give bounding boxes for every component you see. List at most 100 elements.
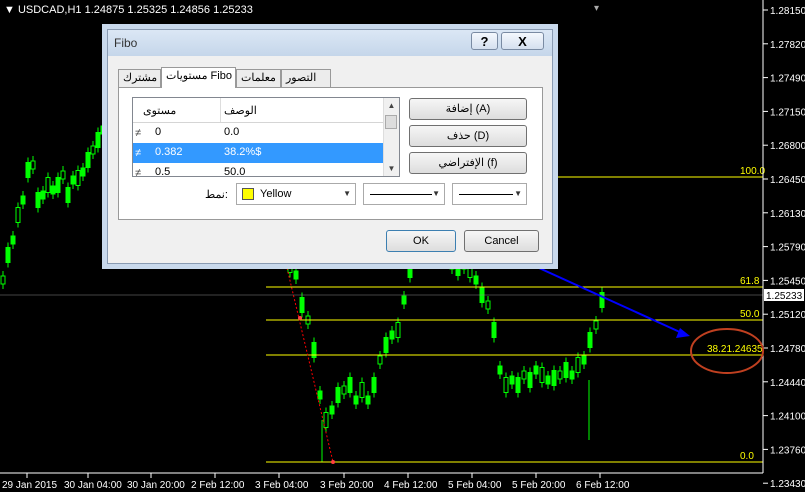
time-tick-label: 2 Feb 12:00	[191, 480, 245, 491]
add-button[interactable]: إضافة (A)	[409, 98, 527, 120]
candle-body	[5, 247, 11, 263]
price-tick-label: 1.24440	[770, 378, 805, 389]
candle-body	[473, 275, 479, 285]
price-tick-label: 1.26130	[770, 209, 805, 220]
defaults-button[interactable]: الإفتراضي (f)	[409, 152, 527, 174]
candle-body	[401, 295, 407, 305]
time-tick-label: 30 Jan 04:00	[64, 480, 122, 491]
candle-body	[335, 387, 341, 403]
candle-body	[341, 385, 347, 395]
candle-body	[383, 337, 389, 353]
tab-fibo-levels[interactable]: مستويات Fibo	[161, 67, 236, 88]
candle-body	[539, 367, 545, 383]
price-tick-label: 1.25790	[770, 243, 805, 254]
time-axis: 29 Jan 2015 30 Jan 04:00 30 Jan 20:00 2 Feb…	[2, 473, 630, 491]
fib-level-label: 61.8	[740, 276, 760, 287]
price-open: 1.24875	[84, 4, 125, 16]
ok-button[interactable]: OK	[386, 230, 456, 252]
candle-body	[527, 372, 533, 388]
candle-body	[329, 405, 335, 415]
candle-body	[581, 355, 587, 365]
candle-body	[45, 177, 51, 193]
time-tick-label: 5 Feb 20:00	[512, 480, 566, 491]
price-axis: 1.28150 1.27820 1.27490 1.27150 1.26800 1.264…	[763, 6, 805, 490]
list-item-selected[interactable]: ≠ 0.382 38.2%$	[133, 143, 385, 163]
line-width-select[interactable]: ▼	[452, 183, 527, 205]
candle-body	[563, 362, 569, 378]
list-scrollbar[interactable]: ▲ ▼	[383, 98, 399, 176]
time-tick-label: 4 Feb 12:00	[384, 480, 438, 491]
level-value: 0.382	[155, 146, 183, 158]
cancel-button[interactable]: Cancel	[464, 230, 539, 252]
candle-body	[30, 160, 36, 170]
tab-parameters[interactable]: معلمات	[236, 69, 281, 87]
candle-body	[85, 152, 91, 168]
candle-body	[15, 207, 21, 223]
fibo-trend-line[interactable]	[286, 267, 334, 463]
level-value: 0	[155, 126, 162, 138]
candle-body	[593, 320, 599, 330]
chart-menu-icon[interactable]: ▾	[594, 3, 599, 14]
level-icon: ≠	[135, 147, 142, 159]
candle-body	[521, 370, 527, 380]
candle-body	[503, 377, 509, 393]
candle-body	[509, 375, 515, 385]
time-tick-label: 3 Feb 04:00	[255, 480, 309, 491]
close-button[interactable]: X	[501, 32, 544, 50]
chevron-down-icon: ▼	[514, 189, 522, 198]
price-close: 1.25233	[213, 4, 253, 16]
scroll-up-icon[interactable]: ▲	[384, 98, 399, 113]
candle-body	[491, 322, 497, 338]
chevron-down-icon: ▼	[343, 189, 351, 198]
current-price-label: 1.25233	[766, 291, 803, 302]
fib-level-label: 50.0	[740, 309, 760, 320]
tab-common[interactable]: مشترك	[118, 69, 161, 87]
scroll-thumb[interactable]	[385, 115, 397, 129]
candle-body	[90, 145, 96, 155]
list-item[interactable]: ≠ 0.5 50.0	[133, 163, 385, 176]
help-button[interactable]: ?	[471, 32, 498, 50]
candle-body	[317, 390, 323, 400]
price-tick-label: 1.27490	[770, 74, 805, 85]
candle-body	[365, 395, 371, 405]
time-tick-label: 30 Jan 20:00	[127, 480, 185, 491]
level-description[interactable]: 38.2%$	[224, 146, 261, 158]
scroll-down-icon[interactable]: ▼	[384, 161, 399, 176]
menu-arrow-icon[interactable]: ▼	[4, 4, 15, 16]
dialog-title-bar[interactable]: Fibo ? X	[108, 30, 552, 56]
header-level[interactable]: مستوى	[143, 104, 176, 117]
candle-body	[359, 382, 365, 398]
delete-button[interactable]: حذف (D)	[409, 125, 527, 147]
header-description[interactable]: الوصف	[224, 104, 257, 117]
list-header: مستوى الوصف	[133, 98, 385, 123]
candle-body	[371, 377, 377, 393]
fibo-anchor-point[interactable]	[331, 460, 335, 464]
tab-visualization[interactable]: التصور	[281, 69, 331, 87]
candle-body	[40, 190, 46, 200]
color-value: Yellow	[260, 188, 292, 200]
price-tick-label: 1.25120	[770, 310, 805, 321]
candle-body	[467, 262, 473, 278]
candle-body	[35, 192, 41, 208]
color-select[interactable]: Yellow ▼	[236, 183, 356, 205]
candle-body	[545, 375, 551, 385]
price-tick-label: 1.23760	[770, 445, 805, 456]
candle-body	[20, 195, 26, 205]
time-tick-label: 5 Feb 04:00	[448, 480, 502, 491]
style-label: نمط:	[205, 189, 228, 201]
price-low: 1.24856	[170, 4, 211, 16]
color-swatch	[242, 188, 254, 200]
list-item[interactable]: ≠ 0 0.0	[133, 123, 385, 143]
price-tick-label: 1.26800	[770, 141, 805, 152]
dialog-title: Fibo	[114, 36, 138, 50]
levels-panel: مستوى الوصف ≠ 0 0.0 ≠ 0.382 38.2%$ ≠ 0.5…	[118, 87, 543, 220]
price-tick-label: 1.23430	[770, 479, 805, 490]
candle-body	[395, 322, 401, 338]
levels-list[interactable]: مستوى الوصف ≠ 0 0.0 ≠ 0.382 38.2%$ ≠ 0.5…	[132, 97, 400, 177]
candle-body	[299, 297, 305, 313]
fibo-anchor-point[interactable]	[298, 316, 302, 320]
line-style-select[interactable]: ▼	[363, 183, 445, 205]
time-tick-label: 3 Feb 20:00	[320, 480, 374, 491]
price-tick-label: 1.24100	[770, 412, 805, 423]
candle-body	[407, 262, 413, 278]
